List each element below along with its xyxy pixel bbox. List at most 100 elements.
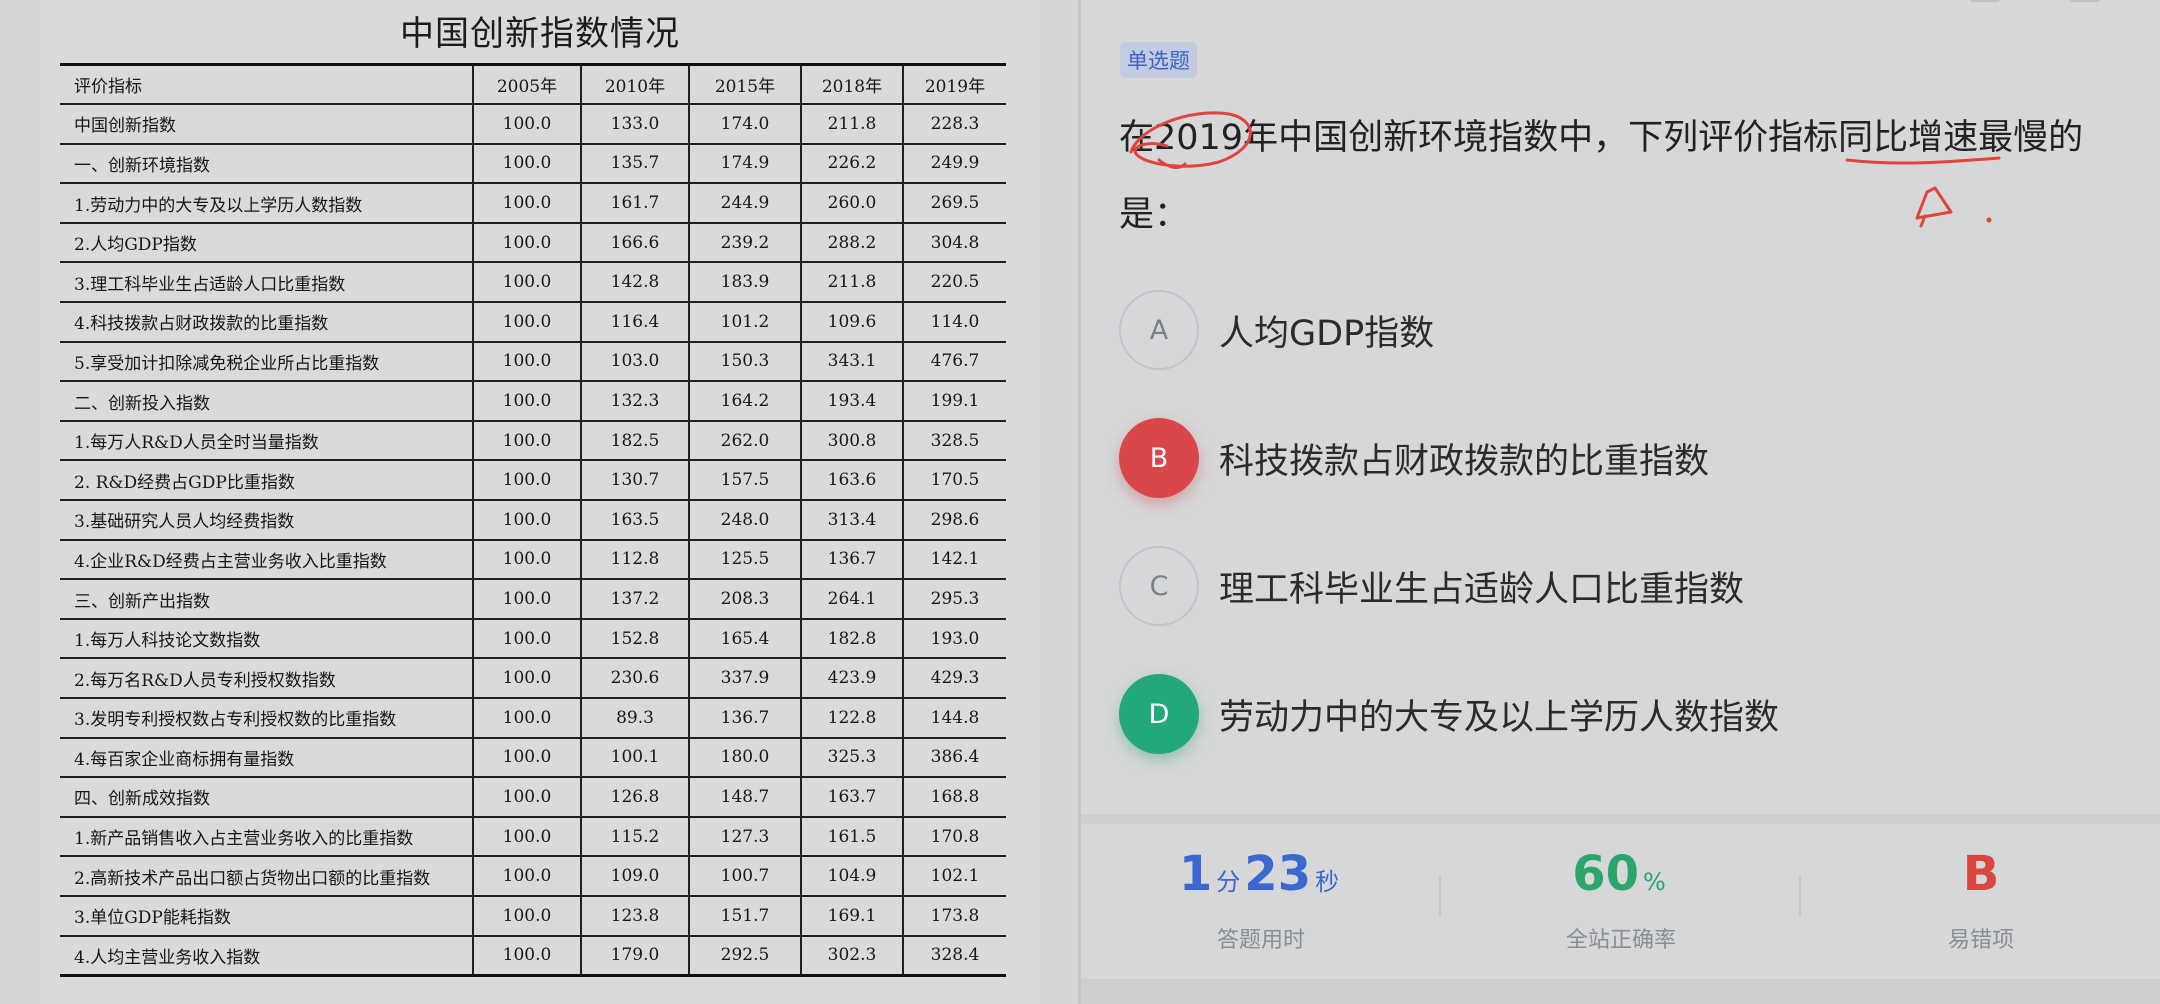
value-cell: 193.4 (800, 381, 903, 422)
indicator-name-cell: 3.发明专利授权数占专利授权数的比重指数 (60, 698, 473, 739)
value-cell: 100.0 (472, 183, 581, 224)
option-letter-circle[interactable]: A (1119, 290, 1199, 370)
common-wrong-option: B (1962, 846, 2000, 902)
header-cell: 评价指标 (60, 63, 473, 106)
option-c[interactable]: C 理工科毕业生占适龄人口比重指数 (1119, 546, 2119, 626)
value-cell: 429.3 (902, 658, 1006, 699)
accuracy-number: 60 (1572, 846, 1639, 902)
value-cell: 136.7 (688, 698, 801, 739)
question-stem-line1: 在2019年中国创新环境指数中，下列评价指标同比增速最慢的 (1119, 118, 2084, 158)
value-cell: 103.0 (580, 341, 689, 383)
value-cell: 262.0 (688, 420, 801, 462)
value-cell: 239.2 (688, 222, 801, 264)
table-row: 1.每万人R&D人员全时当量指数 100.0 182.5 262.0 300.8 328.… (60, 420, 1006, 462)
value-cell: 211.8 (800, 262, 903, 304)
header-cell: 2019年 (902, 63, 1006, 106)
value-cell: 127.3 (688, 816, 801, 858)
table-row: 2.人均GDP指数 100.0 166.6 239.2 288.2 304.8 (60, 222, 1006, 264)
header-cell: 2005年 (472, 63, 581, 106)
table-row: 3.单位GDP能耗指数 100.0 123.8 151.7 169.1 173.8 (60, 895, 1006, 937)
option-letter-circle[interactable]: B (1119, 418, 1199, 498)
table-row: 一、创新环境指数 100.0 135.7 174.9 226.2 249.9 (60, 143, 1006, 185)
accuracy-label: 全站正确率 (1565, 928, 1676, 953)
value-cell: 163.6 (800, 460, 903, 502)
value-cell: 100.0 (472, 856, 581, 897)
value-cell: 264.1 (800, 579, 903, 620)
value-cell: 100.0 (472, 262, 581, 304)
value-cell: 300.8 (800, 420, 903, 462)
question-panel: 单选题 在2019年中国创新环境指数中，下列评价指标同比增速最慢的 是： A 人均… (1081, 0, 2160, 1004)
value-cell: 163.5 (580, 500, 689, 541)
indicator-name-cell: 4.企业R&D经费占主营业务收入比重指数 (60, 539, 473, 581)
value-cell: 269.5 (902, 183, 1006, 224)
time-seconds: 23 (1244, 846, 1312, 902)
indicator-name-cell: 3.基础研究人员人均经费指数 (60, 500, 473, 541)
value-cell: 89.3 (580, 698, 689, 739)
question-stem: 在2019年中国创新环境指数中，下列评价指标同比增速最慢的 是： (1119, 100, 2129, 254)
table-header-row: 评价指标 2005年 2010年 2015年 2018年 2019年 (60, 63, 1006, 106)
table-row: 2. R&D经费占GDP比重指数 100.0 130.7 157.5 163.6 170.… (60, 460, 1006, 502)
table-row: 4.企业R&D经费占主营业务收入比重指数 100.0 112.8 125.5 136.7… (60, 539, 1006, 581)
value-cell: 193.0 (902, 618, 1006, 660)
value-cell: 109.6 (800, 302, 903, 343)
indicator-name-cell: 中国创新指数 (60, 104, 473, 145)
value-cell: 211.8 (800, 104, 903, 145)
value-cell: 302.3 (800, 935, 903, 977)
indicator-name-cell: 1.新产品销售收入占主营业务收入的比重指数 (60, 816, 473, 858)
value-cell: 109.0 (580, 856, 689, 897)
value-cell: 173.8 (902, 895, 1006, 937)
value-cell: 100.0 (472, 895, 581, 937)
time-label: 答题用时 (1216, 928, 1305, 953)
indicator-name-cell: 3.理工科毕业生占适龄人口比重指数 (60, 262, 473, 304)
value-cell: 100.0 (472, 381, 581, 422)
value-cell: 100.0 (472, 420, 581, 462)
value-cell: 100.0 (472, 302, 581, 343)
value-cell: 112.8 (580, 539, 689, 581)
value-cell: 228.3 (902, 104, 1006, 145)
menu-icon[interactable] (1970, 0, 2000, 2)
option-b[interactable]: B 科技拨款占财政拨款的比重指数 (1119, 418, 2119, 498)
value-cell: 115.2 (580, 816, 689, 858)
value-cell: 174.0 (688, 104, 801, 145)
value-cell: 136.7 (800, 539, 903, 581)
value-cell: 126.8 (580, 777, 689, 818)
question-stem-line2: 是： (1119, 195, 1190, 235)
favorite-icon[interactable] (2070, 0, 2100, 2)
table-image-panel: 中国创新指数情况 评价指标 2005年 2010年 2015年 2018年 20… (0, 0, 1078, 1004)
value-cell: 144.8 (902, 698, 1006, 739)
value-cell: 151.7 (688, 895, 801, 937)
value-cell: 142.1 (902, 539, 1006, 581)
value-cell: 135.7 (580, 143, 689, 185)
table-title: 中国创新指数情况 (400, 14, 680, 54)
table-row: 2.高新技术产品出口额占货物出口额的比重指数 100.0 109.0 100.7 104… (60, 856, 1006, 897)
time-seconds-unit: 秒 (1315, 868, 1340, 896)
table-row: 1.每万人科技论文数指数 100.0 152.8 165.4 182.8 193.0 (60, 618, 1006, 660)
value-cell: 313.4 (800, 500, 903, 541)
accuracy-unit: % (1642, 868, 1666, 896)
option-letter-circle[interactable]: C (1119, 546, 1199, 626)
value-cell: 343.1 (800, 341, 903, 383)
option-letter-circle[interactable]: D (1119, 674, 1199, 754)
value-cell: 260.0 (800, 183, 903, 224)
value-cell: 161.5 (800, 816, 903, 858)
answer-options: A 人均GDP指数 B 科技拨款占财政拨款的比重指数 C 理工科毕业生占适龄人口比重指数 D… (1119, 290, 2119, 754)
header-cell: 2018年 (800, 63, 903, 106)
option-d[interactable]: D 劳动力中的大专及以上学历人数指数 (1119, 674, 2119, 754)
value-cell: 182.5 (580, 420, 689, 462)
value-cell: 100.0 (472, 222, 581, 264)
value-cell: 100.0 (472, 579, 581, 620)
indicator-name-cell: 3.单位GDP能耗指数 (60, 895, 473, 937)
table-row: 3.理工科毕业生占适龄人口比重指数 100.0 142.8 183.9 211.8 220… (60, 262, 1006, 304)
value-cell: 337.9 (688, 658, 801, 699)
option-a[interactable]: A 人均GDP指数 (1119, 290, 2119, 370)
common-wrong-value: B (1801, 846, 2160, 908)
value-cell: 304.8 (902, 222, 1006, 264)
value-cell: 100.0 (472, 143, 581, 185)
value-cell: 292.5 (688, 935, 801, 977)
table-row: 3.发明专利授权数占专利授权数的比重指数 100.0 89.3 136.7 122.8 1… (60, 698, 1006, 739)
indicator-name-cell: 2.每万名R&D人员专利授权数指数 (60, 658, 473, 699)
indicator-name-cell: 5.享受加计扣除减免税企业所占比重指数 (60, 341, 473, 383)
stat-time: 1 分 23 秒 答题用时 (1081, 824, 1441, 954)
common-wrong-label: 易错项 (1947, 928, 2014, 953)
value-cell: 100.0 (472, 341, 581, 383)
